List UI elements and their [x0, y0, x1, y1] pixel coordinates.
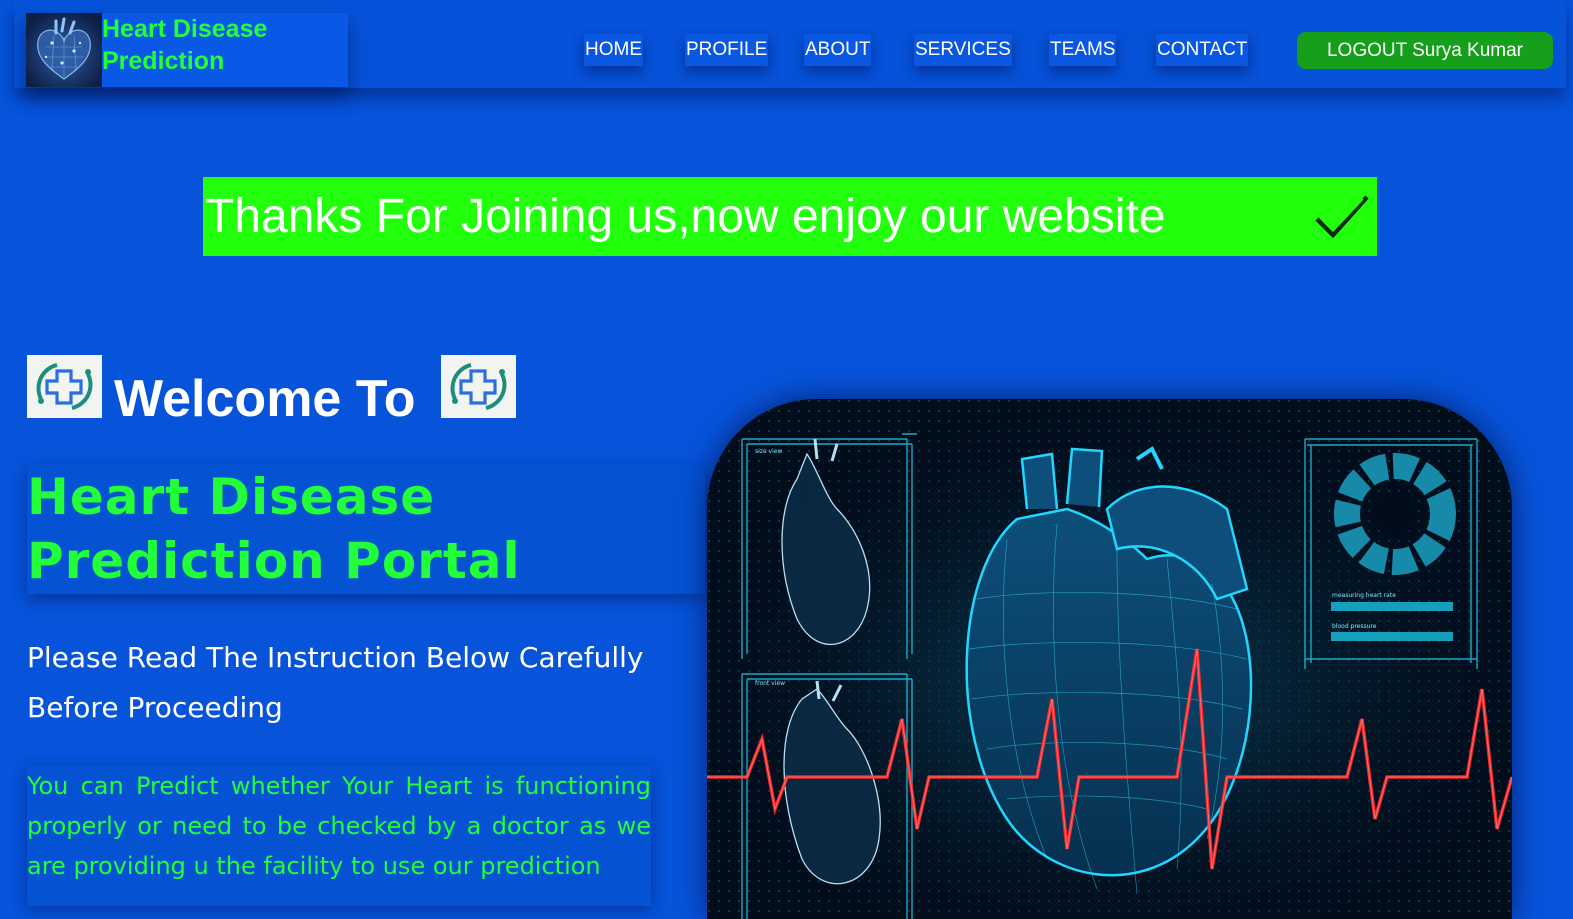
svg-text:blood pressure: blood pressure	[1332, 623, 1377, 630]
svg-text:measuring heart rate: measuring heart rate	[1332, 592, 1396, 599]
welcome-banner: Thanks For Joining us,now enjoy our webs…	[203, 177, 1377, 256]
welcome-text: Welcome To	[114, 370, 416, 428]
nav-home[interactable]: HOME	[584, 34, 643, 66]
medical-cross-icon	[441, 355, 516, 418]
nav-contact[interactable]: CONTACT	[1156, 34, 1249, 66]
nav-teams[interactable]: TEAMS	[1049, 34, 1117, 66]
instruction-text: Please Read The Instruction Below Carefu…	[27, 641, 644, 724]
welcome-heading: Welcome To	[27, 355, 547, 431]
description-text: You can Predict whether Your Heart is fu…	[27, 766, 651, 906]
heart-logo-icon	[26, 13, 102, 87]
svg-text:front view: front view	[755, 680, 785, 687]
brand[interactable]: Heart Disease Prediction	[26, 13, 348, 87]
portal-title: Heart Disease Prediction Portal	[27, 465, 705, 594]
nav-services[interactable]: SERVICES	[914, 34, 1012, 66]
banner-text: Thanks For Joining us,now enjoy our webs…	[205, 190, 1166, 243]
brand-title: Heart Disease Prediction	[102, 15, 268, 75]
svg-text:size view: size view	[755, 448, 782, 455]
nav-about[interactable]: ABOUT	[804, 34, 872, 66]
logout-button[interactable]: LOGOUT Surya Kumar	[1297, 32, 1553, 69]
checkmark-icon	[1315, 195, 1369, 239]
heart-hologram-image: size view front view measuring heart rat…	[707, 399, 1512, 919]
medical-cross-icon	[27, 355, 102, 418]
top-navbar: Heart Disease Prediction HOME PROFILE AB…	[14, 0, 1566, 88]
nav-profile[interactable]: PROFILE	[685, 34, 769, 66]
